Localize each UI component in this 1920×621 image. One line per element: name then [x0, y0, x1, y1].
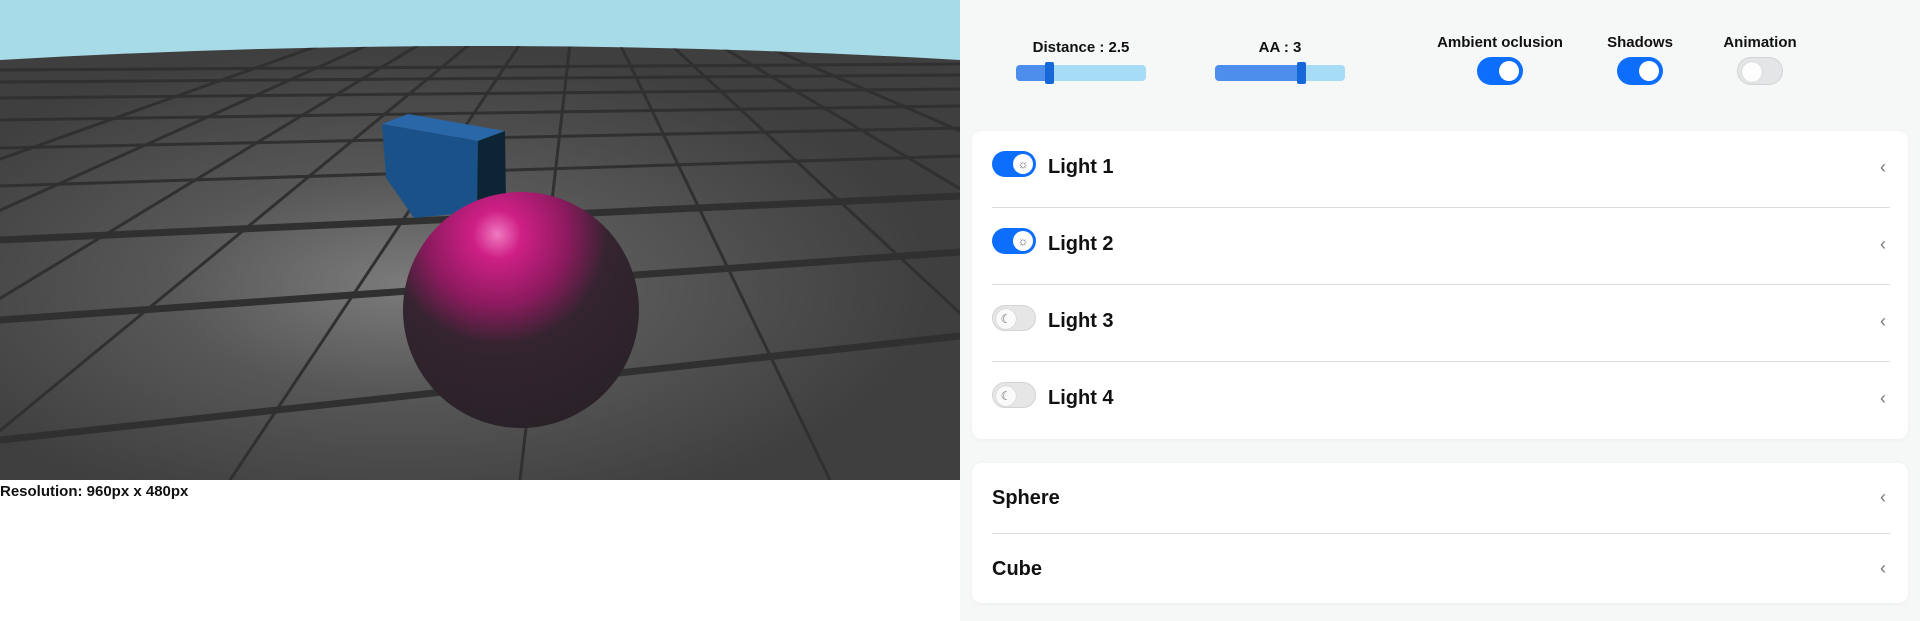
shadows-label: Shadows	[1607, 34, 1673, 51]
moon-icon: ☾	[996, 309, 1016, 329]
aa-slider-thumb[interactable]	[1297, 62, 1306, 84]
toggle-knob	[1742, 62, 1762, 82]
object-row-cube[interactable]: Cube ‹	[992, 534, 1890, 603]
ambient-occlusion-control: Ambient oclusion	[1420, 34, 1580, 90]
object-row-sphere[interactable]: Sphere ‹	[992, 463, 1890, 534]
aa-label: AA : 3	[1258, 39, 1302, 56]
chevron-left-icon[interactable]: ‹	[1880, 234, 1886, 255]
objects-card: Sphere ‹ Cube ‹	[972, 463, 1908, 603]
light-1-toggle[interactable]: ☼	[992, 151, 1036, 177]
sphere	[403, 192, 639, 428]
sphere-label: Sphere	[992, 487, 1060, 509]
light-3-label: Light 3	[1048, 310, 1114, 332]
light-row-2[interactable]: ☼ Light 2 ‹	[992, 208, 1890, 285]
toggle-knob	[1499, 61, 1519, 81]
light-4-toggle[interactable]: ☾	[992, 382, 1036, 408]
distance-slider-thumb[interactable]	[1045, 62, 1054, 84]
light-2-label: Light 2	[1048, 233, 1114, 255]
distance-label: Distance : 2.5	[1032, 39, 1130, 56]
chevron-left-icon[interactable]: ‹	[1880, 311, 1886, 332]
aa-control: AA : 3	[1215, 34, 1345, 84]
settings-panel: Distance : 2.5 AA : 3 Ambient oclusion S…	[960, 0, 1920, 621]
toggle-knob	[1639, 61, 1659, 81]
sun-icon: ☼	[1013, 154, 1033, 174]
ambient-occlusion-toggle[interactable]	[1477, 57, 1523, 85]
light-3-toggle[interactable]: ☾	[992, 305, 1036, 331]
light-row-1[interactable]: ☼ Light 1 ‹	[992, 131, 1890, 208]
render-viewport[interactable]	[0, 0, 960, 480]
animation-label: Animation	[1723, 34, 1797, 51]
chevron-left-icon[interactable]: ‹	[1880, 388, 1886, 409]
ambient-occlusion-label: Ambient oclusion	[1437, 34, 1563, 51]
sun-icon: ☼	[1013, 231, 1033, 251]
distance-control: Distance : 2.5	[1016, 34, 1146, 84]
light-row-3[interactable]: ☾ Light 3 ‹	[992, 285, 1890, 362]
distance-slider[interactable]	[1016, 62, 1146, 84]
chevron-left-icon[interactable]: ‹	[1880, 558, 1886, 579]
resolution-label: Resolution: 960px x 480px	[0, 483, 189, 500]
chevron-left-icon[interactable]: ‹	[1880, 157, 1886, 178]
scene-canvas	[0, 0, 960, 480]
shadows-toggle[interactable]	[1617, 57, 1663, 85]
cube-label: Cube	[992, 558, 1042, 580]
shadows-control: Shadows	[1600, 34, 1680, 90]
moon-icon: ☾	[996, 386, 1016, 406]
light-4-label: Light 4	[1048, 387, 1114, 409]
aa-slider[interactable]	[1215, 62, 1345, 84]
aa-slider-fill	[1215, 65, 1302, 81]
animation-control: Animation	[1720, 34, 1800, 90]
light-row-4[interactable]: ☾ Light 4 ‹	[992, 362, 1890, 439]
light-1-label: Light 1	[1048, 156, 1114, 178]
lights-card: ☼ Light 1 ‹ ☼ Light 2 ‹ ☾ Light 3 ‹ ☾ Li…	[972, 131, 1908, 439]
light-2-toggle[interactable]: ☼	[992, 228, 1036, 254]
animation-toggle[interactable]	[1737, 57, 1783, 85]
chevron-left-icon[interactable]: ‹	[1880, 487, 1886, 508]
